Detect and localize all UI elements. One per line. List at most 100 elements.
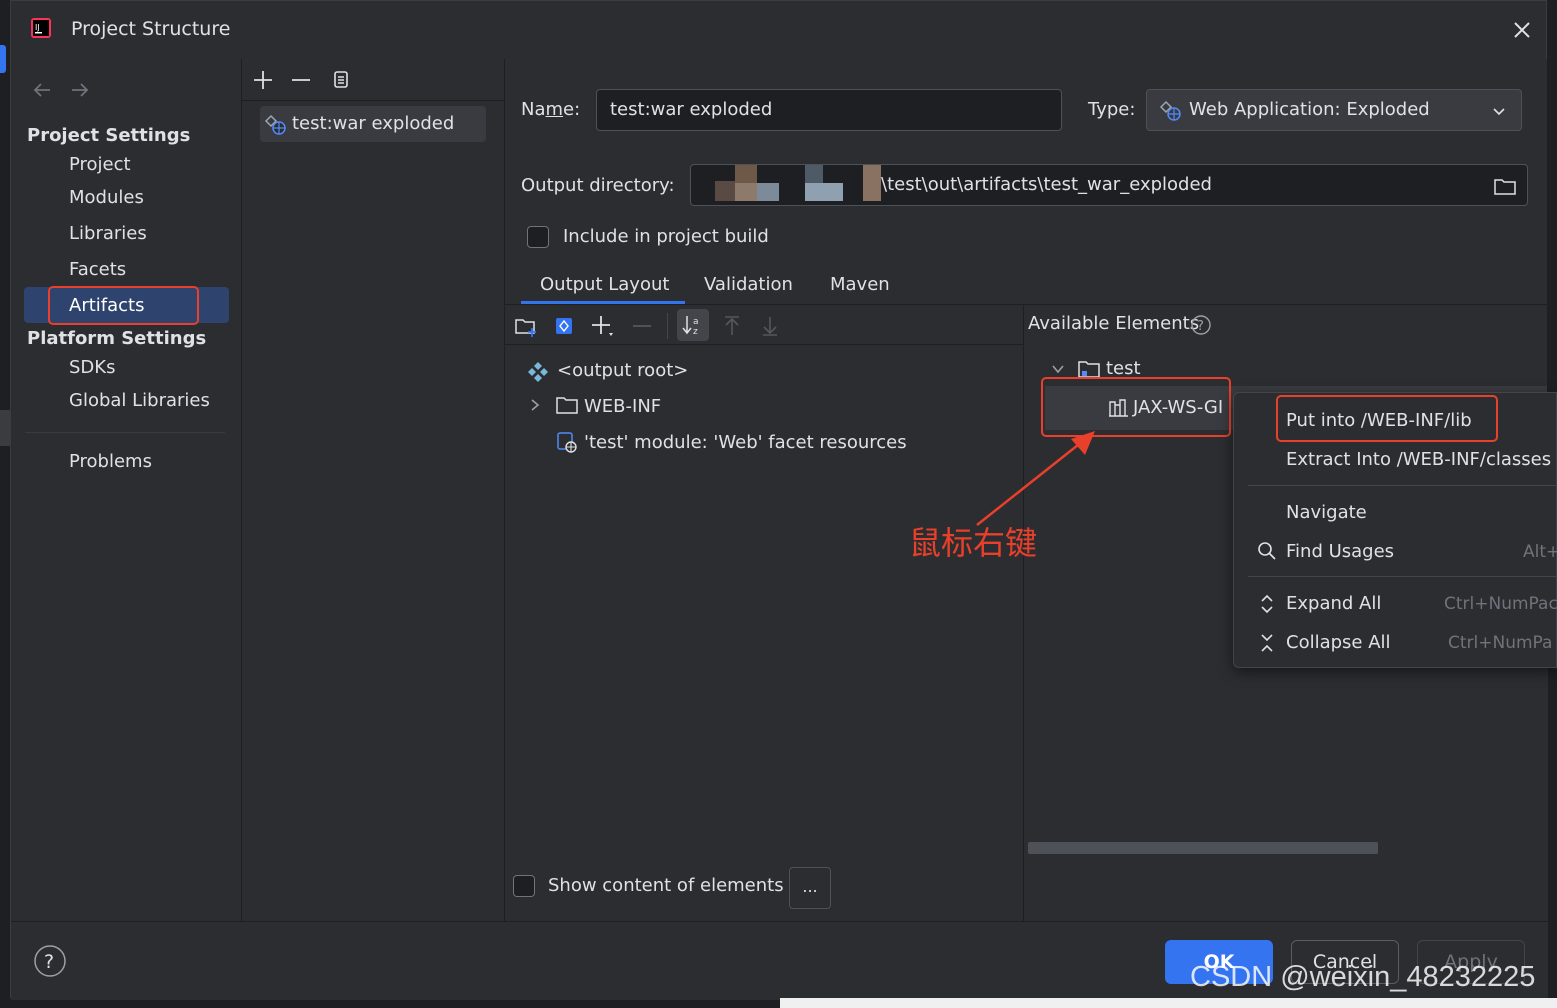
- tab-output-layout[interactable]: Output Layout: [540, 274, 669, 295]
- type-dropdown[interactable]: Web Application: Exploded: [1146, 89, 1522, 131]
- web-artifact-icon: [264, 114, 286, 135]
- horizontal-scrollbar[interactable]: [1028, 842, 1378, 854]
- add-element-icon[interactable]: [589, 313, 615, 339]
- nav-item-project[interactable]: Project: [69, 154, 131, 175]
- menu-item-extract-into-classes[interactable]: Extract Into /WEB-INF/classes: [1286, 449, 1551, 470]
- artifact-list-item-label: test:war exploded: [292, 113, 455, 134]
- help-icon[interactable]: ?: [1190, 314, 1212, 336]
- help-button-icon[interactable]: ?: [33, 944, 67, 978]
- name-field-value: test:war exploded: [610, 99, 773, 120]
- name-label-post: e:: [563, 99, 581, 120]
- include-in-build-checkbox[interactable]: [527, 226, 549, 248]
- available-folder-test[interactable]: test: [1106, 358, 1141, 379]
- web-inf-node[interactable]: WEB-INF: [584, 396, 661, 417]
- tab-validation[interactable]: Validation: [704, 274, 793, 295]
- output-toolbar-divider: [505, 344, 1023, 345]
- output-directory-label: Output directory:: [521, 175, 675, 196]
- ellipsis-button-label: ...: [802, 877, 818, 896]
- nav-item-artifacts[interactable]: Artifacts: [69, 295, 144, 316]
- expand-all-shortcut: Ctrl+NumPac: [1444, 594, 1557, 614]
- type-dropdown-value: Web Application: Exploded: [1189, 99, 1430, 120]
- svg-text:a: a: [693, 317, 699, 327]
- copy-icon[interactable]: [328, 67, 354, 93]
- chevron-down-icon: [1493, 108, 1505, 116]
- title-bar: IJ Project Structure: [11, 1, 1548, 59]
- show-content-checkbox[interactable]: [513, 875, 535, 897]
- nav-item-libraries[interactable]: Libraries: [69, 223, 147, 244]
- svg-text:IJ: IJ: [35, 23, 40, 32]
- artifact-list-item[interactable]: test:war exploded: [260, 106, 486, 142]
- menu-separator: [1248, 576, 1557, 577]
- nav-item-sdks[interactable]: SDKs: [69, 357, 115, 378]
- collapse-all-icon: [1261, 634, 1273, 652]
- output-root-icon: [528, 362, 548, 382]
- move-up-icon[interactable]: [719, 313, 745, 339]
- name-label-mnemonic: m: [545, 99, 564, 120]
- collapse-all-shortcut: Ctrl+NumPa: [1448, 633, 1553, 653]
- list-toolbar-divider: [242, 100, 504, 101]
- background-editor-edge: [1547, 0, 1557, 392]
- library-icon: [1109, 399, 1128, 417]
- include-in-build-label: Include in project build: [563, 226, 769, 247]
- menu-item-navigate[interactable]: Navigate: [1286, 502, 1367, 523]
- chevron-down-icon[interactable]: [1050, 361, 1066, 377]
- menu-item-put-into-lib[interactable]: Put into /WEB-INF/lib: [1286, 410, 1472, 431]
- nav-divider: [25, 432, 225, 433]
- intellij-icon: IJ: [31, 18, 51, 38]
- tab-maven[interactable]: Maven: [830, 274, 890, 295]
- settings-navigation: Project Settings Project Modules Librari…: [11, 59, 242, 921]
- output-root-node[interactable]: <output root>: [557, 360, 688, 381]
- folder-browse-icon[interactable]: [1493, 175, 1517, 197]
- remove-icon[interactable]: [288, 67, 314, 93]
- add-icon[interactable]: [250, 67, 276, 93]
- back-arrow-icon[interactable]: [31, 79, 53, 101]
- close-icon[interactable]: [1509, 17, 1535, 43]
- dialog-title: Project Structure: [71, 18, 231, 40]
- menu-item-expand-all[interactable]: Expand All: [1286, 593, 1381, 614]
- chevron-right-icon[interactable]: [527, 397, 543, 413]
- sort-alphabetically-icon[interactable]: a z: [680, 312, 706, 338]
- output-layout-panel: a z <output root> WEB-INF 'test' module:…: [505, 305, 1024, 921]
- type-label: Type:: [1088, 99, 1136, 120]
- background-window-edge: [0, 0, 10, 1008]
- search-icon: [1258, 542, 1276, 560]
- menu-item-collapse-all[interactable]: Collapse All: [1286, 632, 1391, 653]
- menu-separator: [1248, 485, 1557, 486]
- artifact-list-panel: test:war exploded: [242, 59, 505, 921]
- nav-item-problems[interactable]: Problems: [69, 451, 152, 472]
- find-usages-shortcut: Alt+: [1523, 542, 1557, 562]
- annotation-arrow: [976, 431, 1095, 526]
- svg-text:?: ?: [1197, 319, 1204, 334]
- web-application-icon: [1159, 100, 1181, 121]
- menu-item-find-usages[interactable]: Find Usages: [1286, 541, 1394, 562]
- toolbar-separator: [667, 313, 668, 339]
- available-item-label: JAX-WS-GI: [1133, 397, 1224, 418]
- output-directory-value: \test\out\artifacts\test_war_exploded: [881, 174, 1212, 195]
- nav-item-global-libraries[interactable]: Global Libraries: [69, 390, 210, 411]
- forward-arrow-icon[interactable]: [69, 79, 91, 101]
- output-directory-field[interactable]: \test\out\artifacts\test_war_exploded: [690, 164, 1528, 206]
- show-content-label: Show content of elements: [548, 875, 784, 896]
- add-copy-icon[interactable]: [551, 313, 577, 339]
- svg-text:?: ?: [44, 951, 54, 973]
- remove-element-icon[interactable]: [629, 313, 655, 339]
- background-taskbar-strip: [780, 998, 1557, 1008]
- name-label: Name:: [521, 99, 580, 120]
- ellipsis-button[interactable]: ...: [789, 867, 831, 909]
- new-directory-icon[interactable]: [513, 313, 539, 339]
- web-facet-resources-node[interactable]: 'test' module: 'Web' facet resources: [584, 432, 907, 453]
- nav-item-facets[interactable]: Facets: [69, 259, 126, 280]
- name-field[interactable]: test:war exploded: [596, 89, 1062, 131]
- annotation-text: 鼠标右键: [909, 524, 1038, 562]
- context-menu: Put into /WEB-INF/lib Extract Into /WEB-…: [1233, 392, 1557, 668]
- nav-item-modules[interactable]: Modules: [69, 187, 144, 208]
- available-elements-label: Available Elements: [1028, 313, 1200, 334]
- module-folder-icon: [1078, 361, 1100, 378]
- csdn-watermark: CSDN @weixin_48232225: [1190, 961, 1536, 993]
- redacted-path-blur: [701, 165, 881, 205]
- move-down-icon[interactable]: [757, 313, 783, 339]
- expand-all-icon: [1261, 594, 1273, 614]
- web-facet-resources-icon: [557, 432, 577, 453]
- name-label-pre: Na: [521, 99, 546, 120]
- platform-settings-header: Platform Settings: [27, 328, 207, 349]
